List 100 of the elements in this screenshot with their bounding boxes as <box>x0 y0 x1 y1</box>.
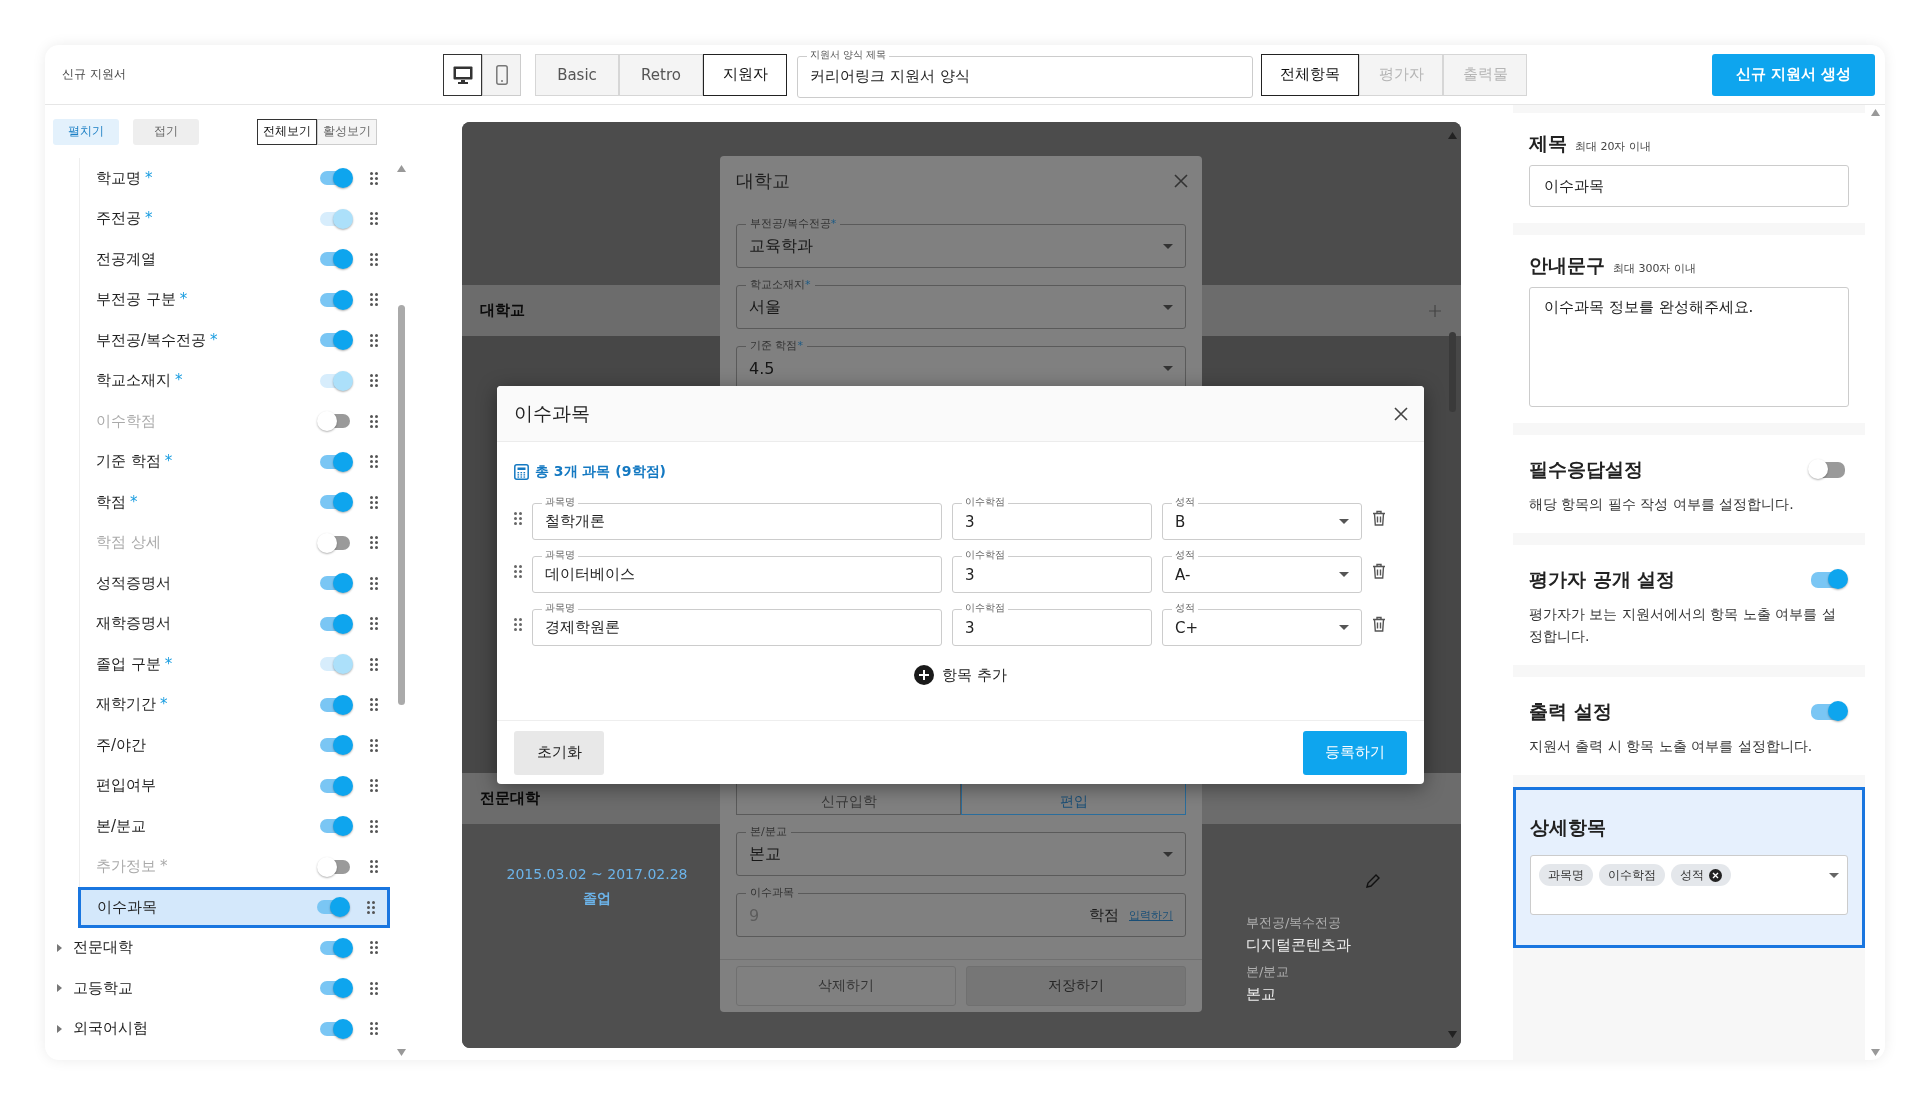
sidebar-item[interactable]: 편입여부 <box>80 765 390 806</box>
view-tab[interactable]: Basic <box>535 53 619 96</box>
sidebar-item[interactable]: 성적증명서 <box>80 563 390 604</box>
sidebar-item[interactable]: 학교명 * <box>80 158 390 199</box>
toggle-switch[interactable] <box>320 414 350 429</box>
drag-handle-icon[interactable] <box>370 981 378 995</box>
drag-handle-icon[interactable] <box>370 860 378 874</box>
view-tab[interactable]: 지원자 <box>703 53 787 96</box>
toggle-switch[interactable] <box>1811 704 1845 720</box>
toggle-switch[interactable] <box>1811 462 1845 478</box>
trash-icon[interactable] <box>1372 616 1386 632</box>
drag-handle-icon[interactable] <box>370 495 378 509</box>
caret-icon[interactable] <box>55 1024 63 1033</box>
toggle-switch[interactable] <box>320 535 350 550</box>
sidebar-item[interactable]: 주전공 * <box>80 198 390 239</box>
scroll-down-icon[interactable] <box>396 1049 406 1056</box>
scrollbar-thumb[interactable] <box>397 305 405 705</box>
sidebar-item[interactable]: 부전공/복수전공 * <box>80 320 390 361</box>
toggle-switch[interactable] <box>320 940 350 955</box>
view-tab[interactable]: Retro <box>619 53 703 96</box>
drag-handle-icon[interactable] <box>370 819 378 833</box>
title-input[interactable]: 이수과목 <box>1529 165 1849 207</box>
view-filter-tab[interactable]: 활성보기 <box>317 118 377 145</box>
sidebar-group[interactable]: 고등학교 <box>45 968 390 1009</box>
filter-tab[interactable]: 전체항목 <box>1261 53 1359 96</box>
remove-icon[interactable] <box>1709 868 1722 882</box>
guide-textarea[interactable]: 이수과목 정보를 완성해주세요. <box>1529 287 1849 407</box>
toggle-switch[interactable] <box>320 697 350 712</box>
sidebar-item[interactable]: 졸업 구분 * <box>80 644 390 685</box>
toggle-switch[interactable] <box>1811 572 1845 588</box>
scrollbar-thumb[interactable] <box>1448 332 1456 412</box>
toggle-switch[interactable] <box>320 292 350 307</box>
toggle-switch[interactable] <box>320 819 350 834</box>
expand-button[interactable]: 펼치기 <box>53 118 119 145</box>
scroll-up-icon[interactable] <box>396 165 406 172</box>
sidebar-group[interactable]: 외국어시험 <box>45 1008 390 1049</box>
drag-handle-icon[interactable] <box>370 698 378 712</box>
drag-handle-icon[interactable] <box>370 1022 378 1036</box>
drag-handle-icon[interactable] <box>514 511 522 525</box>
caret-icon[interactable] <box>55 984 63 993</box>
toggle-switch[interactable] <box>320 778 350 793</box>
drag-handle-icon[interactable] <box>370 374 378 388</box>
drag-handle-icon[interactable] <box>370 171 378 185</box>
toggle-switch[interactable] <box>320 373 350 388</box>
tag-chip[interactable]: 과목명 <box>1539 864 1593 886</box>
toggle-switch[interactable] <box>317 900 347 915</box>
toggle-switch[interactable] <box>320 495 350 510</box>
sidebar-item[interactable]: 기준 학점 * <box>80 441 390 482</box>
toggle-switch[interactable] <box>320 981 350 996</box>
toggle-switch[interactable] <box>320 576 350 591</box>
tag-chip[interactable]: 성적 <box>1671 864 1731 886</box>
scroll-up-icon[interactable] <box>1870 109 1880 116</box>
toggle-switch[interactable] <box>320 333 350 348</box>
sidebar-item[interactable]: 재학증명서 <box>80 603 390 644</box>
expand-button[interactable]: 접기 <box>133 118 199 145</box>
toggle-switch[interactable] <box>320 738 350 753</box>
drag-handle-icon[interactable] <box>370 657 378 671</box>
caret-icon[interactable] <box>55 943 63 952</box>
sidebar-item[interactable]: 전공계열 <box>80 239 390 280</box>
toggle-switch[interactable] <box>320 211 350 226</box>
toggle-switch[interactable] <box>320 657 350 672</box>
scroll-down-icon[interactable] <box>1447 1031 1457 1038</box>
drag-handle-icon[interactable] <box>370 414 378 428</box>
toggle-switch[interactable] <box>320 1021 350 1036</box>
drag-handle-icon[interactable] <box>370 293 378 307</box>
close-icon[interactable] <box>1394 406 1408 421</box>
toggle-switch[interactable] <box>320 616 350 631</box>
drag-handle-icon[interactable] <box>514 617 522 631</box>
reset-button[interactable]: 초기화 <box>514 730 604 775</box>
toggle-switch[interactable] <box>320 252 350 267</box>
sidebar-item[interactable]: 주/야간 <box>80 725 390 766</box>
drag-handle-icon[interactable] <box>370 617 378 631</box>
toggle-switch[interactable] <box>320 171 350 186</box>
settings-card[interactable]: 상세항목 과목명 이수학점 성적 <box>1513 787 1865 948</box>
drag-handle-icon[interactable] <box>370 576 378 590</box>
tag-chip[interactable]: 이수학점 <box>1599 864 1665 886</box>
drag-handle-icon[interactable] <box>370 333 378 347</box>
sidebar-item[interactable]: 부전공 구분 * <box>80 279 390 320</box>
drag-handle-icon[interactable] <box>370 941 378 955</box>
sidebar-item[interactable]: 이수과목 <box>78 887 390 928</box>
sidebar-item[interactable]: 학교소재지 * <box>80 360 390 401</box>
view-filter-tab[interactable]: 전체보기 <box>257 118 317 145</box>
drag-handle-icon[interactable] <box>367 900 375 914</box>
sidebar-item[interactable]: 본/분교 <box>80 806 390 847</box>
drag-handle-icon[interactable] <box>370 738 378 752</box>
trash-icon[interactable] <box>1372 563 1386 579</box>
sidebar-item[interactable]: 재학기간 * <box>80 684 390 725</box>
sidebar-item[interactable]: 학점 * <box>80 482 390 523</box>
sidebar-group[interactable]: 전문대학 <box>45 927 390 968</box>
scroll-down-icon[interactable] <box>1870 1049 1880 1056</box>
add-item-button[interactable]: 항목 추가 <box>910 661 1011 689</box>
toggle-switch[interactable] <box>320 454 350 469</box>
drag-handle-icon[interactable] <box>370 536 378 550</box>
drag-handle-icon[interactable] <box>514 564 522 578</box>
dropdown-caret-icon[interactable] <box>1829 873 1839 878</box>
multi-select-field[interactable]: 과목명 이수학점 성적 <box>1530 855 1848 915</box>
drag-handle-icon[interactable] <box>370 455 378 469</box>
drag-handle-icon[interactable] <box>370 212 378 226</box>
trash-icon[interactable] <box>1372 510 1386 526</box>
drag-handle-icon[interactable] <box>370 252 378 266</box>
